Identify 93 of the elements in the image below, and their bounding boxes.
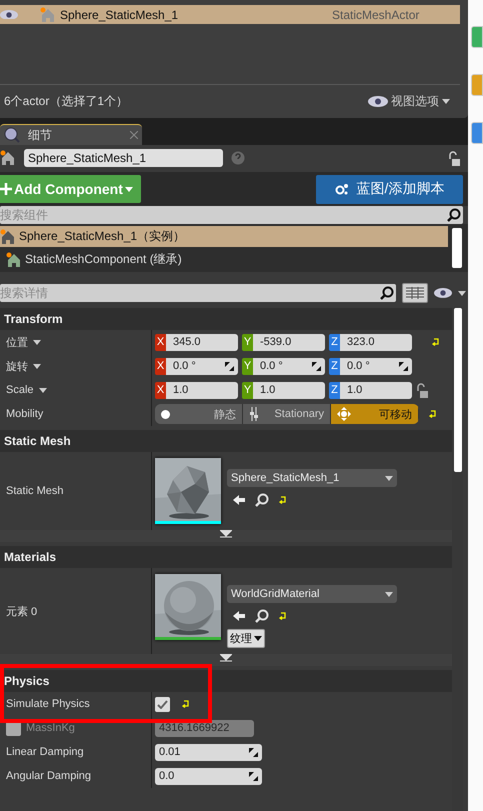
- section-header[interactable]: Transform: [0, 308, 452, 330]
- outliner-row[interactable]: Sphere_StaticMesh_1 StaticMeshActor: [0, 5, 460, 24]
- search-icon[interactable]: [255, 609, 269, 623]
- property-label: 旋转: [6, 360, 28, 374]
- component-item[interactable]: StaticMeshComponent (继承): [0, 249, 448, 270]
- property-label: Simulate Physics: [6, 698, 90, 710]
- property-label: Mobility: [6, 408, 44, 420]
- drag-icon[interactable]: [399, 362, 408, 370]
- axis-label: Z: [329, 382, 340, 398]
- reset-icon[interactable]: [279, 612, 287, 620]
- axis-label: X: [155, 358, 166, 374]
- expand-icon: [220, 654, 232, 662]
- property-label: Scale: [6, 384, 34, 396]
- reset-icon[interactable]: [279, 496, 287, 504]
- property-label: 元素 0: [6, 604, 38, 618]
- checkbox[interactable]: [155, 696, 170, 712]
- actor-count: 6个actor（选择了1个）: [4, 93, 128, 110]
- number-field[interactable]: 0.0: [155, 768, 262, 784]
- axis-label: Z: [329, 358, 340, 374]
- close-icon[interactable]: [130, 131, 138, 139]
- property-label: Linear Damping: [6, 746, 84, 758]
- lock-icon[interactable]: [416, 382, 428, 398]
- asset-dropdown[interactable]: Sphere_StaticMesh_1: [227, 469, 397, 487]
- caret-icon: [385, 592, 393, 596]
- axis-label: Y: [242, 382, 253, 398]
- actor-icon: [6, 252, 22, 268]
- drag-icon[interactable]: [225, 362, 234, 370]
- actor-icon: [0, 228, 16, 244]
- asset-dropdown[interactable]: WorldGridMaterial: [227, 585, 397, 603]
- expand-button[interactable]: [0, 654, 452, 666]
- scrollbar[interactable]: [452, 228, 462, 268]
- reset-icon[interactable]: [182, 700, 190, 708]
- drag-icon[interactable]: [249, 772, 258, 780]
- scrollbar[interactable]: [454, 308, 462, 472]
- details-tab[interactable]: 细节: [0, 124, 142, 145]
- number-field[interactable]: 0.0 °: [166, 358, 238, 374]
- caret-icon: [124, 186, 133, 192]
- actor-name-field[interactable]: Sphere_StaticMesh_1: [24, 149, 223, 167]
- caret-icon: [254, 636, 262, 641]
- caret-icon: [385, 476, 393, 480]
- axis-label: Z: [329, 334, 340, 350]
- tool-icon[interactable]: [471, 122, 483, 144]
- dot-icon: [161, 410, 170, 418]
- mobility-option[interactable]: 可移动: [331, 404, 419, 424]
- reset-icon[interactable]: [432, 338, 440, 346]
- move-icon: [337, 407, 351, 421]
- section-header[interactable]: Materials: [0, 546, 452, 568]
- axis-label: Y: [242, 334, 253, 350]
- view-options-button[interactable]: 视图选项: [368, 93, 450, 110]
- magnifier-icon: [4, 127, 20, 143]
- number-field[interactable]: 1.0: [340, 382, 412, 398]
- number-field[interactable]: 323.0: [340, 334, 412, 350]
- caret-icon: [458, 290, 466, 296]
- section-header[interactable]: Static Mesh: [0, 430, 452, 452]
- arrow-icon[interactable]: [233, 611, 245, 621]
- axis-label: Y: [242, 358, 253, 374]
- caret-icon: [442, 99, 450, 104]
- slider-icon: [249, 407, 259, 421]
- drag-icon[interactable]: [312, 362, 321, 370]
- plus-icon: [0, 183, 12, 195]
- search-icon[interactable]: [255, 493, 269, 507]
- mobility-option[interactable]: 静态: [155, 404, 243, 424]
- property-label: MassInKg: [26, 722, 75, 734]
- eye-icon[interactable]: [434, 288, 452, 298]
- expand-icon: [220, 530, 232, 538]
- blueprint-button[interactable]: 蓝图/添加脚本: [316, 174, 463, 204]
- number-field[interactable]: 0.0 °: [340, 358, 412, 374]
- number-field[interactable]: 0.01: [155, 744, 262, 760]
- axis-label: X: [155, 382, 166, 398]
- actor-icon: [40, 6, 56, 22]
- axis-label: X: [155, 334, 166, 350]
- number-field[interactable]: 345.0: [166, 334, 238, 350]
- details-search-field[interactable]: 搜索详情: [0, 284, 378, 302]
- actor-icon: [0, 150, 16, 166]
- component-item[interactable]: Sphere_StaticMesh_1（实例）: [0, 226, 448, 247]
- number-field[interactable]: 0.0 °: [253, 358, 325, 374]
- gears-icon: [334, 183, 349, 195]
- number-field[interactable]: 1.0: [253, 382, 325, 398]
- eye-icon[interactable]: [0, 10, 18, 20]
- component-search-field[interactable]: 搜索组件: [0, 206, 445, 224]
- texture-dropdown[interactable]: 纹理: [227, 629, 265, 648]
- property-label: Angular Damping: [6, 770, 91, 782]
- reset-icon[interactable]: [429, 410, 437, 418]
- eye-icon[interactable]: [368, 96, 388, 107]
- drag-icon[interactable]: [249, 748, 258, 756]
- arrow-icon[interactable]: [233, 495, 245, 505]
- lock-icon[interactable]: [448, 150, 460, 166]
- property-label: 位置: [6, 336, 28, 350]
- property-matrix-button[interactable]: [402, 283, 428, 303]
- number-field[interactable]: 1.0: [166, 382, 238, 398]
- number-field[interactable]: -539.0: [253, 334, 325, 350]
- property-label: Static Mesh: [6, 485, 64, 497]
- mobility-option[interactable]: Stationary: [243, 404, 331, 424]
